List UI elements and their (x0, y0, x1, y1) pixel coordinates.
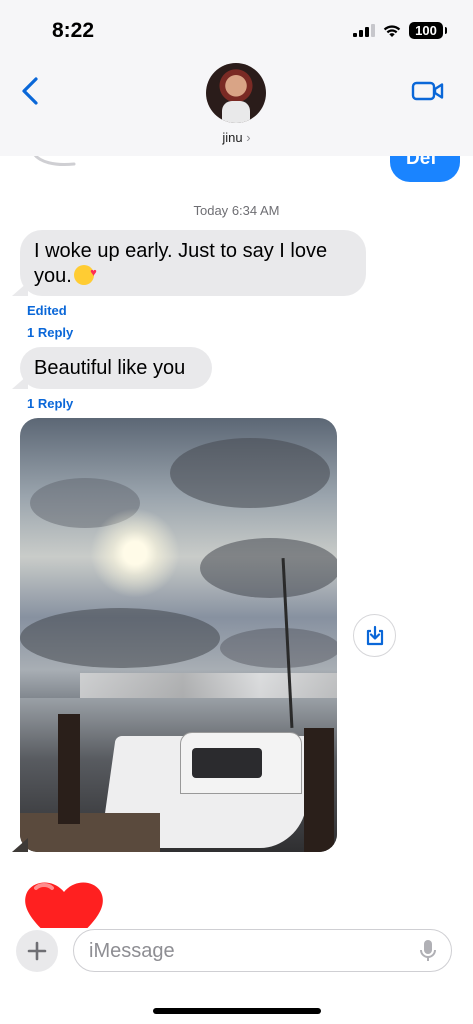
sun-glare (90, 508, 180, 598)
received-message-bubble[interactable]: I woke up early. Just to say I love you. (20, 230, 366, 296)
dock (20, 813, 160, 852)
dock-post (58, 714, 80, 824)
cellular-signal-icon (353, 24, 375, 37)
status-time: 8:22 (52, 19, 95, 42)
microphone-icon[interactable] (419, 939, 437, 963)
contact-avatar[interactable] (206, 63, 266, 123)
bubble-tail (12, 375, 28, 389)
chevron-right-icon: › (246, 130, 251, 145)
plus-glyph (27, 941, 47, 961)
save-download-icon[interactable] (353, 614, 396, 657)
imessage-input[interactable]: iMessage (73, 929, 452, 972)
dock-post (304, 728, 334, 852)
bubble-tail (12, 282, 28, 296)
message-timestamp: Today 6:34 AM (0, 203, 473, 218)
input-placeholder: iMessage (89, 940, 175, 962)
battery-icon: 100 (409, 22, 447, 39)
navigation-header: 8:22 100 jinu › (0, 0, 473, 156)
plus-icon[interactable] (16, 930, 58, 972)
contact-name[interactable]: jinu › (0, 130, 473, 145)
contact-name-label: jinu (222, 130, 243, 145)
status-icons: 100 (353, 22, 447, 39)
timestamp-day: Today (193, 203, 229, 218)
wifi-icon (383, 24, 401, 37)
back-chevron-icon[interactable] (16, 74, 46, 108)
red-heart-emoji[interactable] (22, 878, 106, 928)
kissing-face-with-heart-emoji (73, 261, 97, 286)
video-call-icon[interactable] (411, 78, 445, 104)
message-text: Beautiful like you (34, 357, 186, 379)
reply-count-link[interactable]: 1 Reply (27, 396, 73, 411)
received-message-bubble[interactable]: Beautiful like you (20, 347, 212, 389)
boat-window (192, 748, 262, 778)
home-indicator[interactable] (153, 1008, 321, 1014)
photo-message[interactable] (20, 418, 337, 852)
download-arrow-icon (366, 625, 383, 645)
reply-count-link[interactable]: 1 Reply (27, 325, 73, 340)
timestamp-time: 6:34 AM (231, 203, 280, 218)
edited-label[interactable]: Edited (27, 303, 67, 318)
